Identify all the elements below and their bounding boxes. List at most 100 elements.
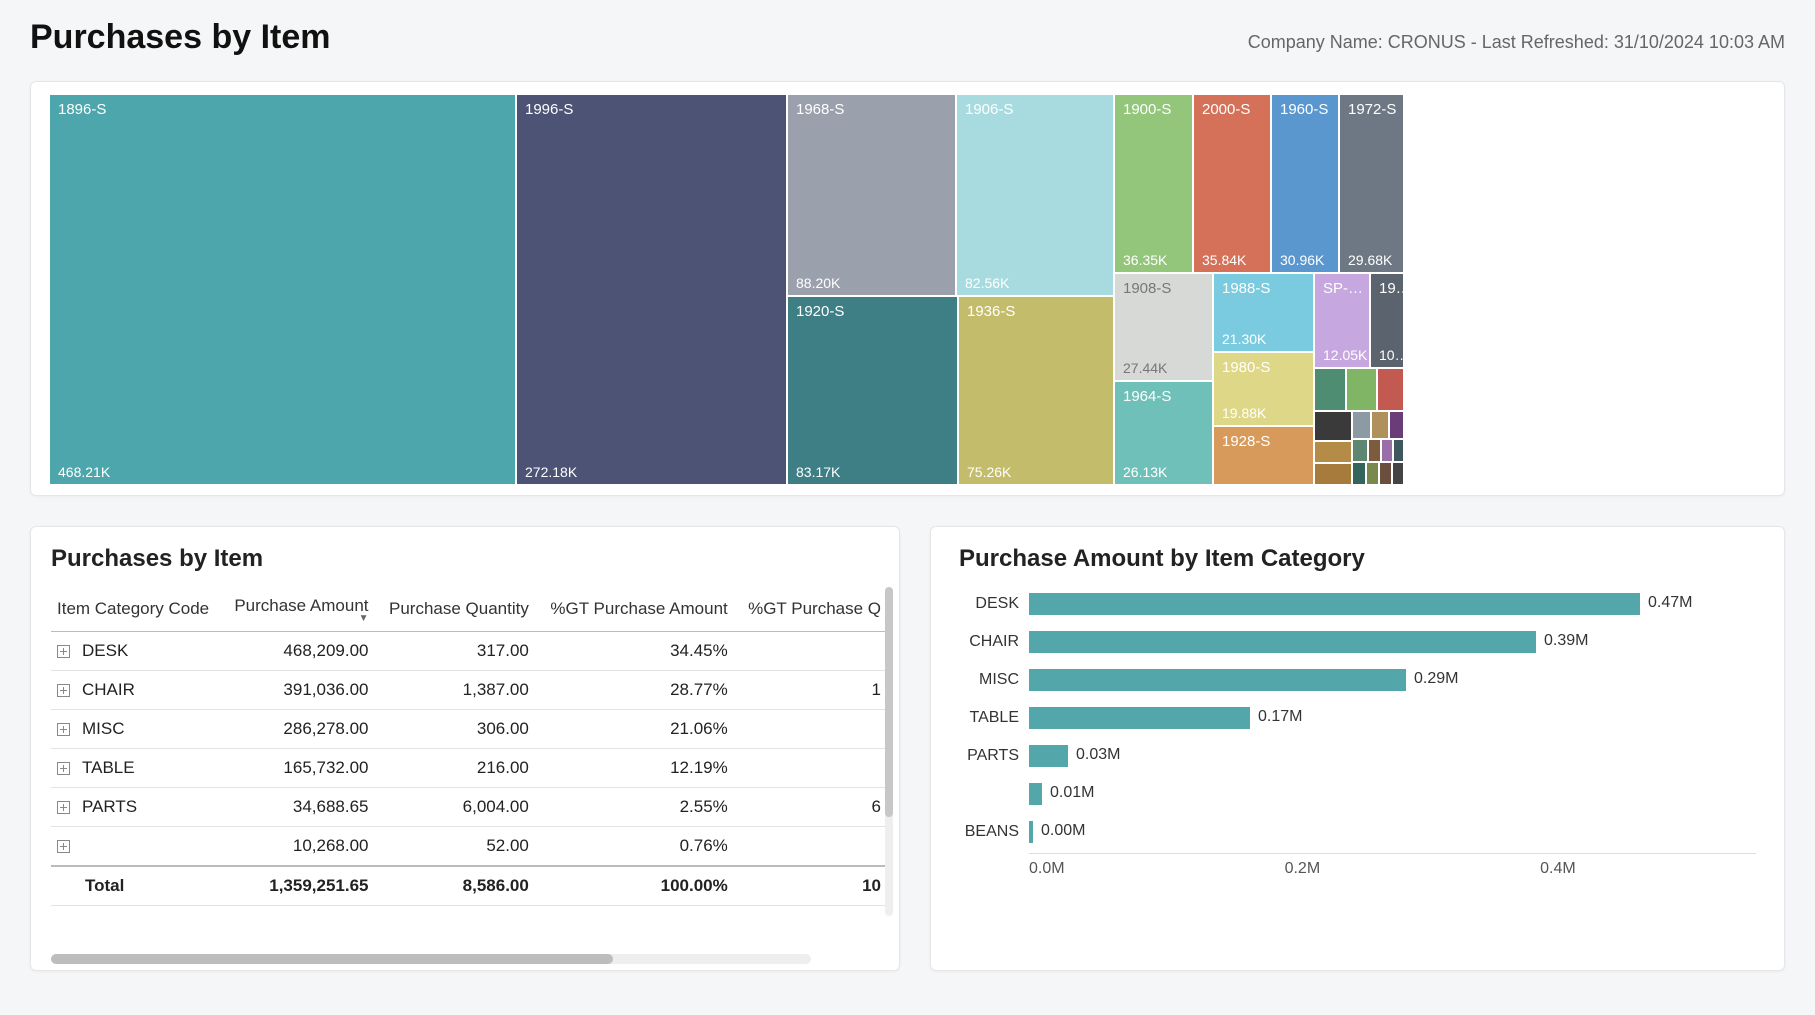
table-row[interactable]: MISC286,278.00306.0021.06%	[51, 710, 891, 749]
treemap-cell-label: 1896-S	[58, 101, 507, 118]
treemap-cell[interactable]	[1314, 411, 1352, 441]
bar-row[interactable]: DESK0.47M	[959, 587, 1756, 621]
treemap-cell-value: 36.35K	[1123, 252, 1184, 268]
row-label: DESK	[82, 641, 128, 660]
treemap-cell[interactable]: 1980-S19.88K	[1213, 352, 1314, 426]
treemap-cell[interactable]	[1314, 441, 1352, 463]
page-header: Purchases by Item Company Name: CRONUS -…	[30, 0, 1785, 81]
expand-icon[interactable]	[57, 840, 70, 853]
treemap-cell[interactable]	[1389, 411, 1404, 439]
bar-row[interactable]: 0.01M	[959, 777, 1756, 811]
treemap-cell-value: 35.84K	[1202, 252, 1262, 268]
treemap-cell-label: 1960-S	[1280, 101, 1330, 118]
cell-value	[738, 632, 891, 671]
purchases-table[interactable]: Item Category CodePurchase Amount▼Purcha…	[51, 587, 891, 906]
treemap-cell[interactable]: 1968-S 88.20K	[787, 94, 956, 296]
expand-icon[interactable]	[57, 684, 70, 697]
treemap-cell[interactable]: 1988-S21.30K	[1213, 273, 1314, 352]
treemap-cell[interactable]: SP-…12.05K	[1314, 273, 1370, 368]
horizontal-scrollbar[interactable]	[51, 954, 811, 964]
axis-tick: 0.4M	[1540, 860, 1576, 878]
treemap-cell[interactable]	[1393, 439, 1404, 462]
row-label: MISC	[82, 719, 125, 738]
treemap-cell[interactable]	[1346, 368, 1377, 411]
treemap-cell-label: 1908-S	[1123, 280, 1204, 297]
bar-category-label: BEANS	[959, 823, 1029, 841]
column-header[interactable]: Purchase Quantity	[379, 587, 539, 632]
expand-icon[interactable]	[57, 801, 70, 814]
treemap-cell[interactable]: 1920-S83.17K	[787, 296, 958, 485]
column-header[interactable]: Item Category Code	[51, 587, 224, 632]
bar-chart-panel[interactable]: Purchase Amount by Item Category DESK0.4…	[930, 526, 1785, 971]
treemap-cell[interactable]: 1972-S 29.68K	[1339, 94, 1404, 273]
treemap-cell[interactable]	[1371, 411, 1389, 439]
treemap-cell[interactable]	[1379, 462, 1392, 485]
page-title: Purchases by Item	[30, 18, 330, 57]
treemap-cell-value: 272.18K	[525, 464, 778, 480]
treemap-cell-value: 29.68K	[1348, 252, 1395, 268]
treemap-cell-value: 19.88K	[1222, 405, 1305, 421]
treemap-cell-value: 27.44K	[1123, 360, 1204, 376]
treemap-cell[interactable]: 1896-S 468.21K	[49, 94, 516, 485]
treemap-cell[interactable]	[1392, 462, 1404, 485]
cell-value: 165,732.00	[224, 749, 379, 788]
treemap-cell[interactable]	[1352, 439, 1368, 462]
bar-category-label: TABLE	[959, 709, 1029, 727]
column-header[interactable]: Purchase Amount▼	[224, 587, 379, 632]
treemap-cell[interactable]: 1928-S	[1213, 426, 1314, 485]
treemap-cell[interactable]	[1377, 368, 1404, 411]
treemap-cell[interactable]: 1996-S272.18K	[516, 94, 787, 485]
treemap-cell-label: 1972-S	[1348, 101, 1395, 118]
bar-row[interactable]: BEANS0.00M	[959, 815, 1756, 849]
cell-value: 10,268.00	[224, 827, 379, 867]
expand-icon[interactable]	[57, 762, 70, 775]
table-row[interactable]: 10,268.0052.000.76%	[51, 827, 891, 867]
treemap-cell[interactable]	[1381, 439, 1393, 462]
cell-value: 34,688.65	[224, 788, 379, 827]
cell-value: 286,278.00	[224, 710, 379, 749]
treemap-cell[interactable]: 1900-S36.35K	[1114, 94, 1193, 273]
bar-category-label: DESK	[959, 595, 1029, 613]
treemap-cell[interactable]	[1314, 463, 1352, 485]
column-header[interactable]: %GT Purchase Amount	[539, 587, 738, 632]
column-header[interactable]: %GT Purchase Q	[738, 587, 891, 632]
cell-value: 6	[738, 788, 891, 827]
bar-value-label: 0.03M	[1076, 746, 1120, 764]
bar-row[interactable]: TABLE 0.17M	[959, 701, 1756, 735]
bar-row[interactable]: PARTS 0.03M	[959, 739, 1756, 773]
treemap-cell-label: 1968-S	[796, 101, 947, 118]
bar-row[interactable]: CHAIR0.39M	[959, 625, 1756, 659]
bar-category-label: PARTS	[959, 747, 1029, 765]
treemap-cell[interactable]: 1964-S26.13K	[1114, 381, 1213, 485]
cell-value: 391,036.00	[224, 671, 379, 710]
treemap-cell[interactable]	[1368, 439, 1381, 462]
bar-category-label: CHAIR	[959, 633, 1029, 651]
bar-row[interactable]: MISC0.29M	[959, 663, 1756, 697]
treemap-cell-value: 30.96K	[1280, 252, 1330, 268]
treemap-cell[interactable]: 1960-S 30.96K	[1271, 94, 1339, 273]
table-row[interactable]: TABLE165,732.00216.0012.19%	[51, 749, 891, 788]
treemap-cell[interactable]: 1908-S 27.44K	[1114, 273, 1213, 381]
treemap-cell-value: 88.20K	[796, 275, 947, 291]
bar-chart-title: Purchase Amount by Item Category	[959, 545, 1756, 573]
treemap-cell[interactable]	[1352, 462, 1366, 485]
cell-value: 468,209.00	[224, 632, 379, 671]
treemap-cell[interactable]: 19…10…	[1370, 273, 1404, 368]
table-row[interactable]: CHAIR391,036.001,387.0028.77%1	[51, 671, 891, 710]
treemap-cell[interactable]: 2000-S35.84K	[1193, 94, 1271, 273]
expand-icon[interactable]	[57, 723, 70, 736]
table-row[interactable]: PARTS34,688.656,004.002.55%6	[51, 788, 891, 827]
treemap-cell-value: 468.21K	[58, 464, 507, 480]
treemap-cell[interactable]	[1366, 462, 1379, 485]
bar-value-label: 0.17M	[1258, 708, 1302, 726]
table-row[interactable]: DESK468,209.00317.0034.45%	[51, 632, 891, 671]
treemap-cell[interactable]: 1936-S75.26K	[958, 296, 1114, 485]
treemap-cell[interactable]	[1314, 368, 1346, 411]
expand-icon[interactable]	[57, 645, 70, 658]
treemap-cell[interactable]: 1906-S82.56K	[956, 94, 1114, 296]
vertical-scrollbar[interactable]	[885, 587, 893, 916]
treemap-cell-value: 82.56K	[965, 275, 1105, 291]
treemap-chart[interactable]: 1896-S468.21K1996-S272.18K1968-S88.20K19…	[30, 81, 1785, 496]
sort-indicator-icon: ▼	[230, 616, 369, 622]
treemap-cell[interactable]	[1352, 411, 1371, 439]
